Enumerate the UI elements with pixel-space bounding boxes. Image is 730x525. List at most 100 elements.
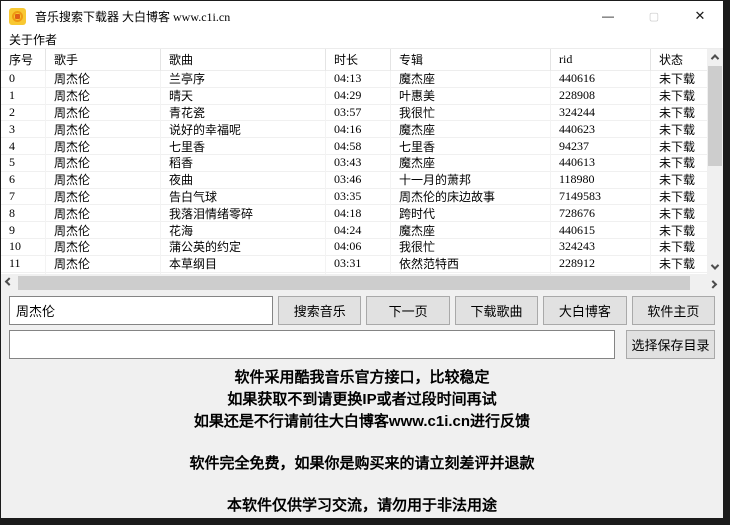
cell-duration: 03:35 [326,189,391,206]
cell-album: 魔杰座 [391,155,551,172]
cell-rid: 440616 [551,71,651,88]
table-row[interactable]: 1周杰伦晴天04:29叶惠美228908未下载 [1,88,707,105]
cell-duration: 04:24 [326,222,391,239]
vertical-scrollbar-thumb[interactable] [708,66,722,166]
cell-artist: 周杰伦 [46,105,161,122]
chevron-right-icon [709,280,717,288]
window-title: 音乐搜索下载器 大白博客 www.c1i.cn [35,8,230,25]
cell-status: 未下载 [651,256,707,273]
table-row[interactable]: 7周杰伦告白气球03:35周杰伦的床边故事7149583未下载 [1,189,707,206]
cell-song: 说好的幸福呢 [161,121,326,138]
cell-artist: 周杰伦 [46,189,161,206]
column-header-index[interactable]: 序号 [1,49,46,71]
cell-index: 2 [1,105,46,122]
cell-duration: 03:57 [326,105,391,122]
table-row[interactable]: 10周杰伦蒲公英的约定04:06我很忙324243未下载 [1,239,707,256]
cell-song: 本草纲目 [161,256,326,273]
cell-index: 1 [1,88,46,105]
column-header-artist[interactable]: 歌手 [46,49,161,71]
title-bar[interactable]: 音乐搜索下载器 大白博客 www.c1i.cn — ▢ ✕ [1,1,723,31]
column-header-status[interactable]: 状态 [651,49,707,71]
results-table: 序号 歌手 歌曲 时长 专辑 rid 状态 0周杰伦兰亭序04:13魔杰座440… [1,48,723,292]
cell-album: 七里香 [391,138,551,155]
cell-artist: 周杰伦 [46,88,161,105]
cell-artist: 周杰伦 [46,172,161,189]
table-row[interactable]: 9周杰伦花海04:24魔杰座440615未下载 [1,222,707,239]
cell-rid: 94237 [551,138,651,155]
column-header-rid[interactable]: rid [551,49,651,71]
cell-album: 依然范特西 [391,256,551,273]
cell-album: 魔杰座 [391,121,551,138]
cell-album: 跨时代 [391,205,551,222]
maximize-button: ▢ [631,1,677,31]
table-grid: 序号 歌手 歌曲 时长 专辑 rid 状态 0周杰伦兰亭序04:13魔杰座440… [1,49,707,275]
cell-artist: 周杰伦 [46,155,161,172]
table-row[interactable]: 5周杰伦稻香03:43魔杰座440613未下载 [1,155,707,172]
table-row[interactable]: 6周杰伦夜曲03:46十一月的萧邦118980未下载 [1,172,707,189]
column-header-album[interactable]: 专辑 [391,49,551,71]
table-row[interactable]: 3周杰伦说好的幸福呢04:16魔杰座440623未下载 [1,121,707,138]
table-row[interactable]: 4周杰伦七里香04:58七里香94237未下载 [1,138,707,155]
app-window: 音乐搜索下载器 大白博客 www.c1i.cn — ▢ ✕ 关于作者 序号 歌手… [1,1,723,518]
cell-duration: 04:13 [326,71,391,88]
cell-album: 魔杰座 [391,71,551,88]
scroll-down-button[interactable] [707,259,723,275]
cell-song: 七里香 [161,138,326,155]
cell-duration: 04:06 [326,239,391,256]
download-song-button[interactable]: 下载歌曲 [455,296,538,325]
search-music-button[interactable]: 搜索音乐 [278,296,361,325]
cell-rid: 324243 [551,239,651,256]
scroll-right-button[interactable] [705,274,721,292]
next-page-button[interactable]: 下一页 [366,296,449,325]
search-keyword-input[interactable] [9,296,273,325]
cell-duration: 03:43 [326,155,391,172]
cell-album: 周杰伦的床边故事 [391,189,551,206]
choose-save-dir-button[interactable]: 选择保存目录 [626,330,715,359]
close-button[interactable]: ✕ [677,1,723,31]
cell-song: 兰亭序 [161,71,326,88]
cell-rid: 440613 [551,155,651,172]
cell-index: 4 [1,138,46,155]
cell-index: 7 [1,189,46,206]
column-header-song[interactable]: 歌曲 [161,49,326,71]
homepage-button[interactable]: 软件主页 [632,296,715,325]
notice-line: 本软件仅供学习交流，请勿用于非法用途 [1,495,723,517]
column-header-duration[interactable]: 时长 [326,49,391,71]
cell-song: 晴天 [161,88,326,105]
app-icon-ring [12,11,23,22]
cell-duration: 03:46 [326,172,391,189]
minimize-button[interactable]: — [585,1,631,31]
scroll-left-button[interactable] [1,274,17,292]
cell-rid: 7149583 [551,189,651,206]
cell-rid: 728676 [551,205,651,222]
cell-duration: 04:18 [326,205,391,222]
cell-duration: 04:29 [326,88,391,105]
table-row[interactable]: 0周杰伦兰亭序04:13魔杰座440616未下载 [1,71,707,88]
horizontal-scrollbar-thumb[interactable] [18,276,690,290]
vertical-scrollbar[interactable] [707,49,723,275]
cell-album: 魔杰座 [391,222,551,239]
blog-button[interactable]: 大白博客 [543,296,626,325]
window-frame: 音乐搜索下载器 大白博客 www.c1i.cn — ▢ ✕ 关于作者 序号 歌手… [0,0,730,525]
cell-status: 未下载 [651,155,707,172]
cell-index: 8 [1,205,46,222]
cell-duration: 03:31 [326,256,391,273]
table-row[interactable]: 11周杰伦本草纲目03:31依然范特西228912未下载 [1,256,707,273]
cell-index: 11 [1,256,46,273]
cell-status: 未下载 [651,88,707,105]
cell-status: 未下载 [651,222,707,239]
cell-artist: 周杰伦 [46,222,161,239]
scroll-up-button[interactable] [707,49,723,65]
menu-item-about-author[interactable]: 关于作者 [1,31,62,48]
save-path-input[interactable] [9,330,615,359]
table-row[interactable]: 2周杰伦青花瓷03:57我很忙324244未下载 [1,105,707,122]
notice-line: 软件采用酷我音乐官方接口，比较稳定 [1,367,723,389]
cell-song: 花海 [161,222,326,239]
cell-song: 夜曲 [161,172,326,189]
cell-duration: 04:16 [326,121,391,138]
horizontal-scrollbar[interactable] [1,274,723,292]
cell-artist: 周杰伦 [46,71,161,88]
table-row[interactable]: 8周杰伦我落泪情绪零碎04:18跨时代728676未下载 [1,205,707,222]
cell-song: 告白气球 [161,189,326,206]
cell-rid: 440615 [551,222,651,239]
